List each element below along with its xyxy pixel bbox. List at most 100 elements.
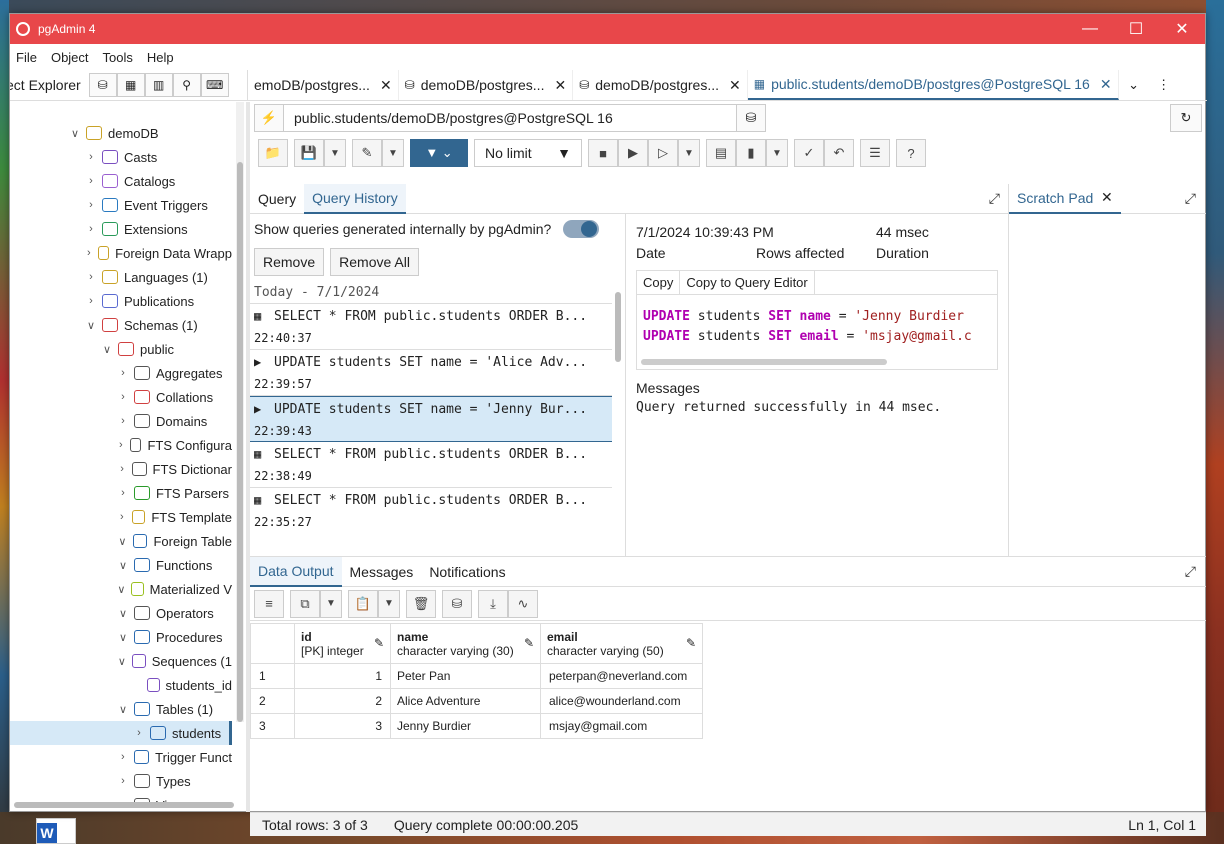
chevron-down-icon[interactable]: ∨ <box>116 631 130 644</box>
column-header-id[interactable]: id [PK] integer ✎ <box>294 623 391 664</box>
remove-button[interactable]: Remove <box>254 248 325 276</box>
open-file-icon[interactable]: 📁 <box>258 139 288 167</box>
history-scrollbar[interactable] <box>614 282 622 526</box>
history-entry[interactable]: ▦ SELECT * FROM public.students ORDER B..… <box>250 304 612 350</box>
psql-tool-icon[interactable]: ⌨ <box>200 73 229 97</box>
tab-notifications[interactable]: Notifications <box>421 557 513 587</box>
chevron-right-icon[interactable]: › <box>116 439 126 451</box>
cell-id[interactable]: 1 <box>294 663 391 689</box>
chevron-down-icon[interactable]: ▼ <box>678 139 700 167</box>
close-icon[interactable]: ✕ <box>729 77 741 94</box>
database-icon[interactable]: ⛁ <box>736 104 766 132</box>
tree-node[interactable]: › FTS Template <box>10 505 232 529</box>
tree-node[interactable]: ∨ demoDB <box>10 121 232 145</box>
table-row[interactable]: 1 1 Peter Pan peterpan@neverland.com <box>250 663 703 689</box>
filter-icon[interactable]: ▼ ⌄ <box>410 139 468 167</box>
chevron-right-icon[interactable]: › <box>84 271 98 283</box>
row-number[interactable]: 1 <box>250 663 295 689</box>
chevron-right-icon[interactable]: › <box>116 391 130 403</box>
cell-email[interactable]: msjay@gmail.com <box>540 713 703 739</box>
tree-node[interactable]: ∨ Procedures <box>10 625 232 649</box>
add-row-icon[interactable]: ≡ <box>254 589 284 618</box>
tab-query-history[interactable]: Query History <box>304 183 406 214</box>
table-row[interactable]: 2 2 Alice Adventure alice@wounderland.co… <box>250 688 703 714</box>
chevron-right-icon[interactable]: › <box>132 727 146 739</box>
commit-icon[interactable]: ✓ <box>794 139 824 167</box>
tree-node[interactable]: ∨ public <box>10 337 232 361</box>
tree-node[interactable]: ∨ Tables (1) <box>10 697 232 721</box>
chevron-down-icon[interactable]: ∨ <box>100 343 114 356</box>
chevron-down-icon[interactable]: ▼ <box>320 589 342 618</box>
tree-node[interactable]: › Publications <box>10 289 232 313</box>
show-internal-toggle[interactable] <box>563 220 600 238</box>
tab-data-output[interactable]: Data Output <box>250 556 342 587</box>
object-explorer-tab[interactable]: ect Explorer ⛁ ▦ ▥ ⚲ ⌨ <box>10 70 248 100</box>
chevron-down-icon[interactable]: ∨ <box>116 607 130 620</box>
view-data-icon[interactable]: ▦ <box>116 73 145 97</box>
history-entry[interactable]: ▦ SELECT * FROM public.students ORDER B..… <box>250 442 612 488</box>
chevron-down-icon[interactable]: ∨ <box>116 703 130 716</box>
tree-node[interactable]: › FTS Configura <box>10 433 232 457</box>
execute-icon[interactable]: ▶ <box>618 139 648 167</box>
tab-query[interactable]: Query <box>250 184 304 214</box>
expand-icon[interactable]: ⤢ <box>1185 190 1196 207</box>
tab-messages[interactable]: Messages <box>342 557 422 587</box>
explain-icon[interactable]: ▷ <box>648 139 678 167</box>
tree-horizontal-scrollbar[interactable] <box>10 800 244 810</box>
chevron-right-icon[interactable]: › <box>84 295 98 307</box>
chevron-right-icon[interactable]: › <box>116 751 130 763</box>
chevron-right-icon[interactable]: › <box>84 175 98 187</box>
expand-icon[interactable]: ⤢ <box>1185 563 1196 580</box>
menu-file[interactable]: File <box>16 50 37 65</box>
chevron-right-icon[interactable]: › <box>116 367 130 379</box>
cell-name[interactable]: Peter Pan <box>390 663 541 689</box>
chevron-right-icon[interactable]: › <box>84 199 98 211</box>
edit-icon[interactable]: ✎ <box>524 636 534 650</box>
list-icon[interactable]: ☰ <box>860 139 890 167</box>
doc-tab-1[interactable]: emoDB/postgres... ✕ <box>248 70 399 100</box>
chevron-down-icon[interactable]: ▼ <box>766 139 788 167</box>
chevron-right-icon[interactable]: › <box>84 151 98 163</box>
cell-name[interactable]: Jenny Burdier <box>390 713 541 739</box>
tree-node[interactable]: ∨ Functions <box>10 553 232 577</box>
history-entry[interactable]: ▶ UPDATE students SET name = 'Alice Adv..… <box>250 350 612 396</box>
cell-id[interactable]: 3 <box>294 713 391 739</box>
table-row[interactable]: 3 3 Jenny Burdier msjay@gmail.com <box>250 713 703 739</box>
row-limit-select[interactable]: No limit ▼ <box>474 139 582 167</box>
tree-node[interactable]: › Event Triggers <box>10 193 232 217</box>
tree-node[interactable]: › Catalogs <box>10 169 232 193</box>
chevron-down-icon[interactable]: ⌄ <box>1119 70 1149 100</box>
paste-icon[interactable]: 📋 <box>348 589 378 618</box>
menu-tools[interactable]: Tools <box>103 50 133 65</box>
chevron-down-icon[interactable]: ▼ <box>378 589 400 618</box>
tree-node[interactable]: › Aggregates <box>10 361 232 385</box>
connection-field[interactable]: public.students/demoDB/postgres@PostgreS… <box>284 104 736 132</box>
save-file-icon[interactable]: 💾 <box>294 139 324 167</box>
close-window-button[interactable]: ✕ <box>1159 14 1205 44</box>
filtered-rows-icon[interactable]: ▥ <box>144 73 173 97</box>
chart-icon[interactable]: ▮ <box>736 139 766 167</box>
chevron-right-icon[interactable]: › <box>116 487 130 499</box>
close-icon[interactable]: ✕ <box>1101 189 1113 206</box>
tree-node[interactable]: › Domains <box>10 409 232 433</box>
close-icon[interactable]: ✕ <box>380 77 392 94</box>
menu-object[interactable]: Object <box>51 50 89 65</box>
word-desktop-icon[interactable]: W <box>36 818 76 844</box>
doc-tab-2[interactable]: ⛁ demoDB/postgres... ✕ <box>399 70 574 100</box>
reset-layout-icon[interactable]: ↻ <box>1170 104 1202 132</box>
download-icon[interactable]: ⤓ <box>478 589 508 618</box>
doc-tab-3[interactable]: ⛁ demoDB/postgres... ✕ <box>573 70 748 100</box>
tree-node[interactable]: › Foreign Data Wrapp <box>10 241 232 265</box>
tree-node[interactable]: ∨ Materialized V <box>10 577 232 601</box>
remove-all-button[interactable]: Remove All <box>330 248 419 276</box>
tree-node[interactable]: › Casts <box>10 145 232 169</box>
tree-node[interactable]: › Collations <box>10 385 232 409</box>
tree-node[interactable]: ∨ Operators <box>10 601 232 625</box>
chevron-right-icon[interactable]: › <box>84 223 98 235</box>
column-header-name[interactable]: name character varying (30) ✎ <box>390 623 541 664</box>
more-options-icon[interactable]: ⋮ <box>1149 70 1179 100</box>
chevron-down-icon[interactable]: ∨ <box>116 655 128 668</box>
tab-scratch-pad[interactable]: Scratch Pad ✕ <box>1009 184 1121 214</box>
stop-icon[interactable]: ■ <box>588 139 618 167</box>
tree-node[interactable]: › FTS Dictionar <box>10 457 232 481</box>
